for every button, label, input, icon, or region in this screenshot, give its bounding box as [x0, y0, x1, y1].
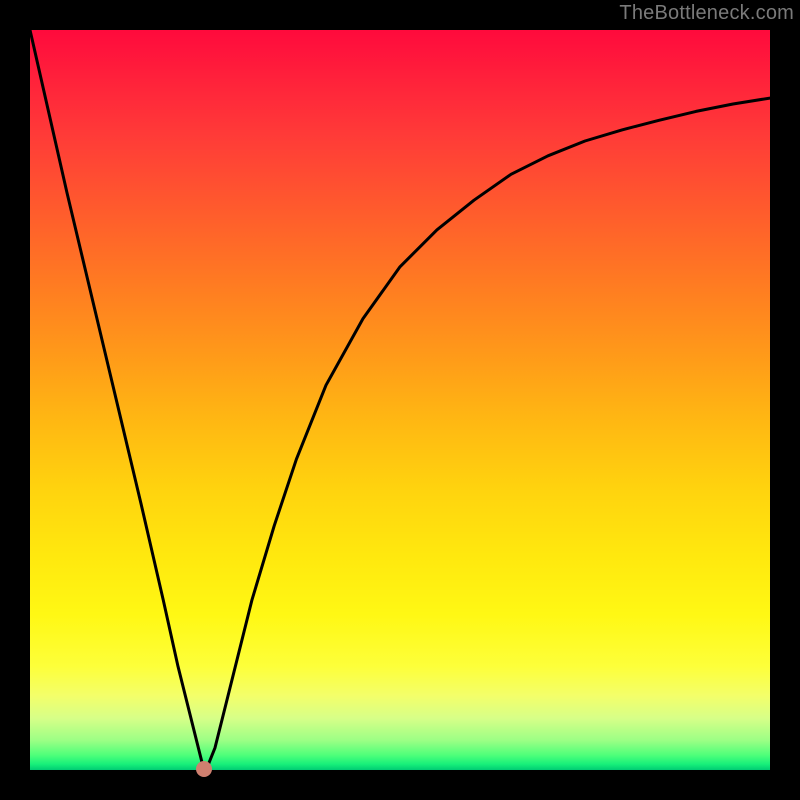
- chart-frame: TheBottleneck.com: [0, 0, 800, 800]
- bottleneck-curve: [30, 30, 770, 770]
- curve-svg: [30, 30, 770, 770]
- optimum-marker-icon: [196, 761, 212, 777]
- credit-text: TheBottleneck.com: [619, 2, 794, 25]
- plot-area: [30, 30, 770, 770]
